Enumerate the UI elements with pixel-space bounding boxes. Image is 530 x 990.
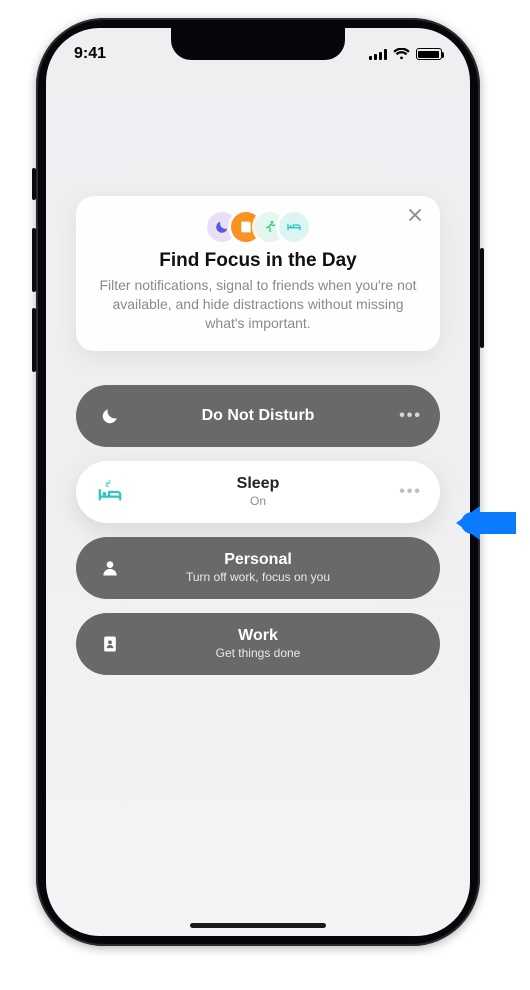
focus-title: Personal (224, 551, 292, 569)
more-icon[interactable]: ••• (394, 407, 422, 425)
focus-subtitle: On (250, 494, 266, 508)
promo-icon-row (96, 212, 420, 242)
power-button (480, 248, 484, 348)
cellular-icon (369, 48, 387, 60)
ringer-switch (32, 168, 36, 200)
status-time: 9:41 (74, 45, 106, 63)
volume-down-button (32, 308, 36, 372)
focus-center: Find Focus in the Day Filter notificatio… (76, 196, 440, 675)
promo-body: Filter notifications, signal to friends … (96, 276, 420, 333)
focus-promo-card: Find Focus in the Day Filter notificatio… (76, 196, 440, 351)
bed-icon: z z (96, 479, 124, 505)
focus-do-not-disturb[interactable]: Do Not Disturb ••• (76, 385, 440, 447)
screen: 9:41 (46, 28, 470, 936)
status-indicators (369, 48, 442, 60)
bed-icon (279, 212, 309, 242)
focus-subtitle: Get things done (216, 646, 301, 660)
focus-title: Do Not Disturb (202, 407, 315, 425)
focus-title: Sleep (237, 475, 280, 493)
focus-subtitle: Turn off work, focus on you (186, 570, 330, 584)
notch (171, 28, 345, 60)
battery-icon (416, 48, 442, 60)
moon-icon (96, 406, 124, 426)
focus-work[interactable]: Work Get things done ••• (76, 613, 440, 675)
more-icon[interactable]: ••• (394, 483, 422, 501)
focus-title: Work (238, 627, 278, 645)
annotation-arrow (452, 502, 516, 549)
close-icon[interactable] (408, 208, 426, 226)
focus-mode-list: Do Not Disturb ••• z z (76, 385, 440, 675)
focus-sleep[interactable]: z z Sleep On ••• (76, 461, 440, 523)
wifi-icon (393, 48, 410, 60)
focus-personal[interactable]: Personal Turn off work, focus on you ••• (76, 537, 440, 599)
badge-icon (96, 634, 124, 654)
home-indicator[interactable] (190, 923, 326, 928)
volume-up-button (32, 228, 36, 292)
person-icon (96, 558, 124, 578)
iphone-frame: 9:41 (36, 18, 480, 946)
svg-text:z: z (108, 479, 111, 485)
promo-title: Find Focus in the Day (96, 250, 420, 272)
